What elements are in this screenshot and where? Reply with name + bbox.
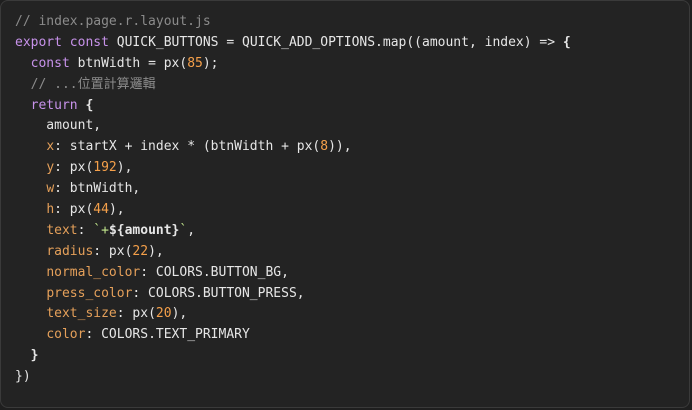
code-token-plain: }) <box>15 369 31 385</box>
code-block: // index.page.r.layout.js export const QU… <box>0 0 690 408</box>
code-token-plain: QUICK_BUTTONS = QUICK_ADD_OPTIONS.map((a… <box>108 34 563 50</box>
code-token-string: `+ <box>93 222 109 238</box>
code-line: color: COLORS.TEXT_PRIMARY <box>15 325 571 346</box>
code-line: x: startX + index * (btnWidth + px(8)), <box>15 137 571 158</box>
code-token-brace-bold: { <box>562 34 571 50</box>
code-token-plain: amount, <box>15 118 102 134</box>
code-token-prop: text <box>46 222 78 238</box>
code-token-comment: // index.page.r.layout.js <box>15 14 211 29</box>
code-token-plain: : px( <box>93 243 133 259</box>
code-token-prop: x <box>46 139 55 155</box>
code-line: return { <box>15 96 571 117</box>
code-line: // index.page.r.layout.js <box>15 12 571 33</box>
code-line: }) <box>15 367 571 388</box>
code-token-plain: )), <box>328 139 352 155</box>
code-token-plain: : COLORS.TEXT_PRIMARY <box>85 327 250 343</box>
code-line: text_size: px(20), <box>15 304 571 325</box>
code-line: export const QUICK_BUTTONS = QUICK_ADD_O… <box>15 33 571 54</box>
code-token-number: 44 <box>93 202 109 218</box>
code-token-brace-bold: { <box>85 97 94 113</box>
code-token-plain: : px( <box>54 160 94 176</box>
code-token-plain: ); <box>202 55 219 71</box>
code-token-prop: press_color <box>46 285 133 301</box>
code-text[interactable]: // index.page.r.layout.js export const QU… <box>15 12 571 388</box>
code-line: h: px(44), <box>15 200 571 221</box>
code-line: w: btnWidth, <box>15 179 571 200</box>
code-token-plain: : startX + index * (btnWidth + px( <box>54 139 321 155</box>
code-line: const btnWidth = px(85); <box>15 54 571 75</box>
code-token-prop: y <box>46 160 55 176</box>
code-line: } <box>15 346 571 367</box>
code-token-prop: h <box>46 202 55 218</box>
code-line: // ...位置計算邏輯 <box>15 75 571 96</box>
code-token-plain: btnWidth = px( <box>69 55 188 71</box>
code-token-number: 22 <box>132 243 149 259</box>
code-line: radius: px(22), <box>15 242 571 263</box>
code-token-number: 8 <box>320 139 329 155</box>
code-token-number: 192 <box>93 160 117 176</box>
code-token-keyword: const <box>69 34 109 50</box>
code-line: press_color: COLORS.BUTTON_PRESS, <box>15 284 571 305</box>
code-line: text: `+${amount}`, <box>15 221 571 242</box>
code-token-plain: ), <box>171 306 188 322</box>
code-token-plain: : <box>77 222 94 238</box>
code-token-keyword: const <box>30 55 70 71</box>
code-token-prop: radius <box>46 243 94 259</box>
code-token-keyword: export <box>15 34 62 50</box>
code-token-plain: ), <box>148 243 164 259</box>
code-token-plain: : btnWidth, <box>54 181 141 197</box>
code-token-plain: : COLORS.BUTTON_PRESS, <box>132 285 305 301</box>
code-token-number: 20 <box>155 306 172 322</box>
code-token-number: 85 <box>187 55 203 71</box>
code-token-plain: ), <box>108 202 125 218</box>
code-token-plain: : px( <box>116 306 156 322</box>
code-token-plain: ), <box>116 160 133 176</box>
code-token-plain: : px( <box>54 202 94 218</box>
code-token-prop: color <box>46 327 86 343</box>
code-token-prop: normal_color <box>46 264 141 280</box>
code-token-plain: , <box>187 222 196 238</box>
code-token-keyword: return <box>30 97 78 113</box>
code-token-comment: // ...位置計算邏輯 <box>30 76 156 92</box>
code-token-prop: text_size <box>46 306 117 322</box>
code-line: amount, <box>15 116 571 137</box>
code-token-plain: : COLORS.BUTTON_BG, <box>140 264 289 280</box>
code-line: normal_color: COLORS.BUTTON_BG, <box>15 263 571 284</box>
code-line: y: px(192), <box>15 158 571 179</box>
code-token-interp: ${amount} <box>108 222 180 238</box>
code-token-brace-bold: } <box>30 348 39 364</box>
code-token-prop: w <box>46 181 55 197</box>
